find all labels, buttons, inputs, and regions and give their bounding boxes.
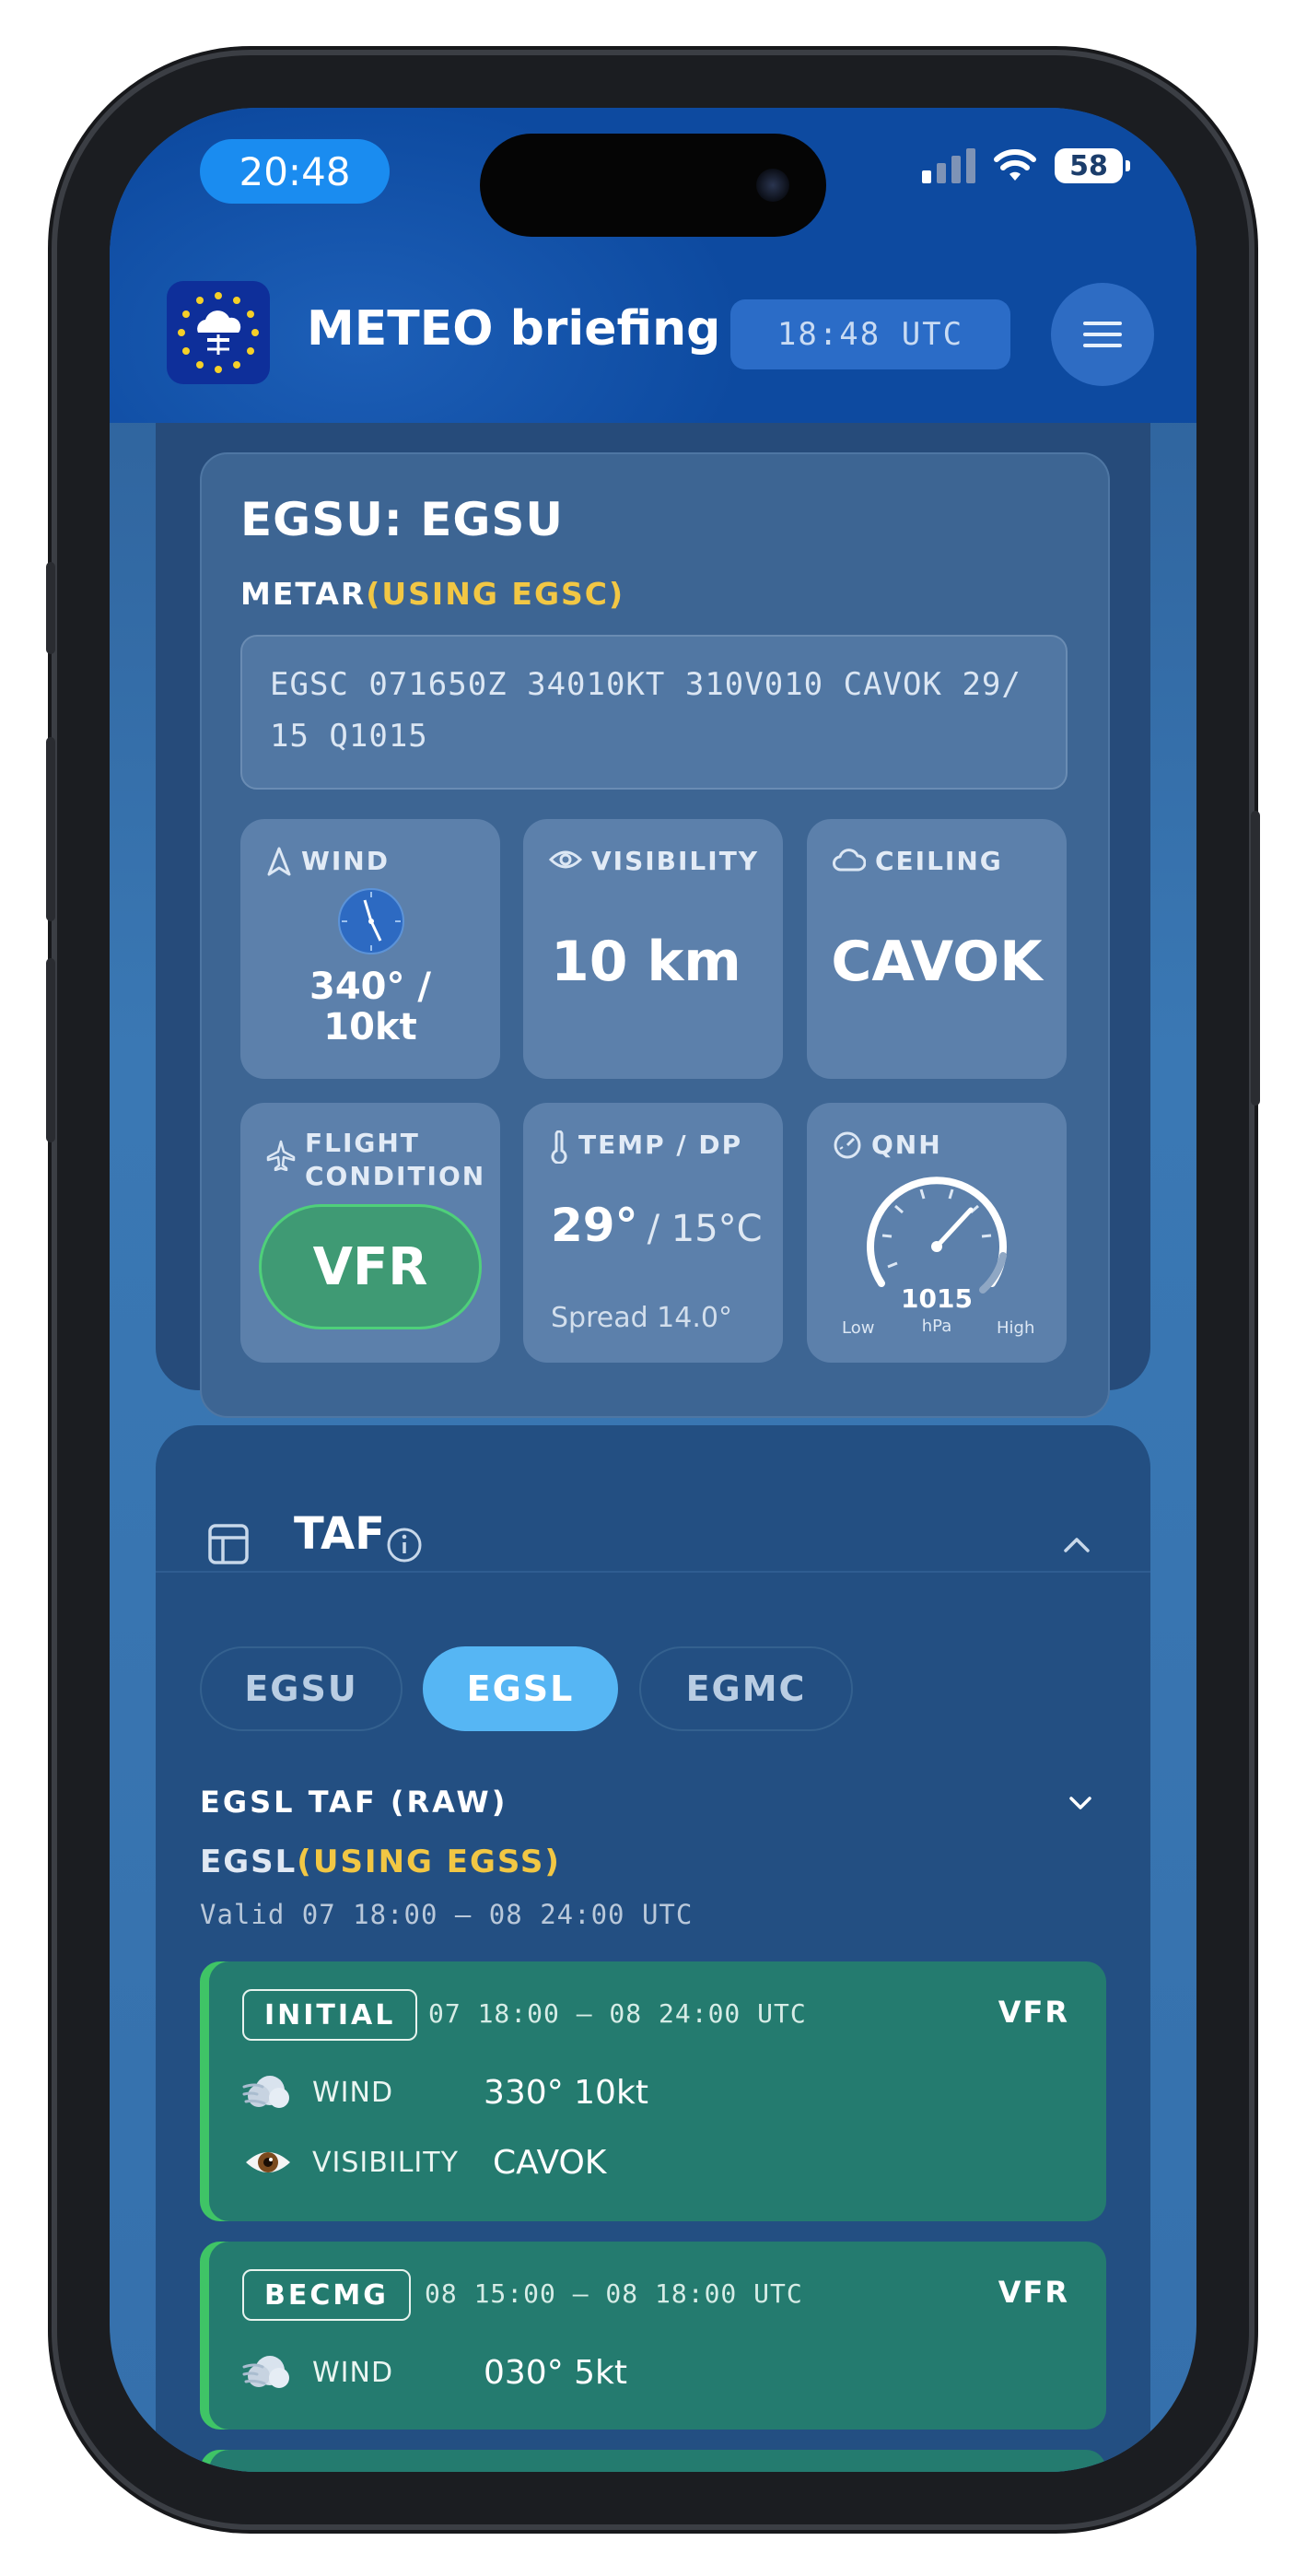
ceiling-value: CAVOK — [831, 930, 1043, 994]
metar-raw: EGSC 071650Z 34010KT 310V010 CAVOK 29/ 1… — [240, 635, 1068, 790]
chevron-down-icon[interactable] — [1068, 1794, 1093, 1812]
wind-compass-icon — [338, 888, 404, 954]
metar-station-title: EGSU: EGSU — [240, 493, 565, 546]
temp-value: 29° — [551, 1199, 638, 1252]
period-type-badge: INITIAL — [242, 1989, 418, 2041]
period-row-label: WIND — [312, 2356, 394, 2389]
period-time: 08 15:00 – 08 18:00 UTC — [425, 2278, 803, 2309]
metar-using-station: (USING EGSC) — [366, 576, 625, 612]
period-type-badge: BECMG — [242, 2269, 411, 2321]
app-title: METEO briefing — [307, 301, 721, 357]
menu-button[interactable] — [1051, 283, 1154, 386]
taf-period-initial: INITIAL 07 18:00 – 08 24:00 UTC VFR WIND… — [200, 1961, 1106, 2221]
menu-icon — [1083, 322, 1122, 325]
screen: 20:48 58 METEO briefing 18:48 UTC EGSU: … — [110, 108, 1196, 2472]
app-logo — [167, 281, 270, 384]
cloud-icon — [833, 849, 866, 872]
period-row-label: VISIBILITY — [312, 2146, 459, 2179]
layout-icon — [208, 1524, 249, 1564]
wind-emoji-icon — [242, 2076, 289, 2108]
period-row-wind: WIND 330° 10kt — [242, 2067, 1053, 2118]
volume-up-button — [46, 737, 55, 921]
dewpoint-value: / 15°C — [647, 1208, 763, 1250]
flight-condition-badge: VFR — [259, 1204, 482, 1329]
status-icons: 58 — [922, 148, 1130, 183]
camera-icon — [756, 169, 789, 202]
tab-egsu[interactable]: EGSU — [200, 1646, 403, 1731]
power-button — [1251, 811, 1260, 1106]
cellular-signal-icon — [922, 148, 975, 183]
taf-title: TAF — [294, 1508, 385, 1560]
wifi-icon — [994, 149, 1036, 181]
plane-icon — [266, 1140, 296, 1171]
temp-dp-label: TEMP / DP — [549, 1129, 742, 1164]
battery-icon: 58 — [1055, 148, 1130, 183]
wind-value-speed: 10kt — [323, 1006, 417, 1048]
taf-period-next — [200, 2450, 1106, 2472]
wind-label: WIND — [266, 845, 390, 878]
flight-condition-tile: FLIGHT CONDITION VFR — [240, 1103, 500, 1363]
phone-frame: 20:48 58 METEO briefing 18:48 UTC EGSU: … — [46, 55, 1260, 2524]
eye-emoji-icon — [246, 2152, 290, 2172]
eye-icon — [549, 850, 582, 869]
period-row-wind: WIND 030° 5kt — [242, 2347, 1053, 2398]
qnh-value: 1015 — [901, 1283, 973, 1314]
info-icon[interactable] — [386, 1527, 423, 1563]
period-row-value: 030° 5kt — [484, 2353, 628, 2392]
period-row-visibility: VISIBILITY CAVOK — [242, 2137, 1053, 2188]
tab-egmc[interactable]: EGMC — [639, 1646, 853, 1731]
visibility-value: 10 km — [551, 930, 741, 994]
volume-down-button — [46, 958, 55, 1142]
period-time: 07 18:00 – 08 24:00 UTC — [428, 1998, 807, 2029]
period-row-label: WIND — [312, 2076, 394, 2109]
wind-value-direction: 340° / — [309, 966, 432, 1008]
taf-period-becmg: BECMG 08 15:00 – 08 18:00 UTC VFR WIND 0… — [200, 2242, 1106, 2430]
ceiling-label: CEILING — [833, 845, 1003, 878]
qnh-high-label: High — [997, 1318, 1035, 1338]
thermometer-icon — [551, 1130, 567, 1164]
action-button — [46, 562, 55, 654]
visibility-tile: VISIBILITY 10 km — [523, 819, 783, 1079]
temp-dp-tile: TEMP / DP 29° / 15°C Spread 14.0° — [523, 1103, 783, 1363]
wind-arrow-icon — [267, 847, 291, 876]
eu-stars-cloud-logo — [178, 292, 259, 373]
taf-valid-period: Valid 07 18:00 – 08 24:00 UTC — [200, 1899, 694, 1930]
flight-condition-label: FLIGHT CONDITION — [266, 1127, 485, 1193]
qnh-tile: QNH 1015 hPa Low High — [807, 1103, 1067, 1363]
period-row-value: CAVOK — [493, 2143, 607, 2182]
chevron-up-icon[interactable] — [1062, 1534, 1091, 1556]
qnh-low-label: Low — [842, 1318, 875, 1338]
period-category: VFR — [998, 2275, 1069, 2310]
status-bar: 20:48 58 — [110, 108, 1196, 264]
taf-header-divider — [156, 1571, 1150, 1573]
period-category: VFR — [998, 1995, 1069, 2030]
temp-spread: Spread 14.0° — [551, 1302, 732, 1334]
qnh-label: QNH — [833, 1129, 942, 1162]
dynamic-island — [480, 134, 826, 237]
ceiling-tile: CEILING CAVOK — [807, 819, 1067, 1079]
utc-clock: 18:48 UTC — [730, 299, 1010, 369]
taf-raw-toggle[interactable]: EGSL TAF (RAW) — [200, 1785, 508, 1820]
visibility-label: VISIBILITY — [549, 845, 759, 878]
tab-egsl[interactable]: EGSL — [423, 1646, 618, 1731]
period-row-value: 330° 10kt — [484, 2073, 648, 2112]
wind-tile: WIND 340° / 10kt — [240, 819, 500, 1079]
taf-station: EGSL(USING EGSS) — [200, 1844, 561, 1880]
taf-using-station: (USING EGSS) — [297, 1844, 561, 1880]
metar-label: METAR(USING EGSC) — [240, 576, 625, 612]
status-time[interactable]: 20:48 — [200, 139, 390, 204]
app-header: 20:48 58 METEO briefing 18:48 UTC — [110, 108, 1196, 423]
wind-emoji-icon — [242, 2356, 289, 2388]
gauge-icon — [834, 1131, 861, 1159]
